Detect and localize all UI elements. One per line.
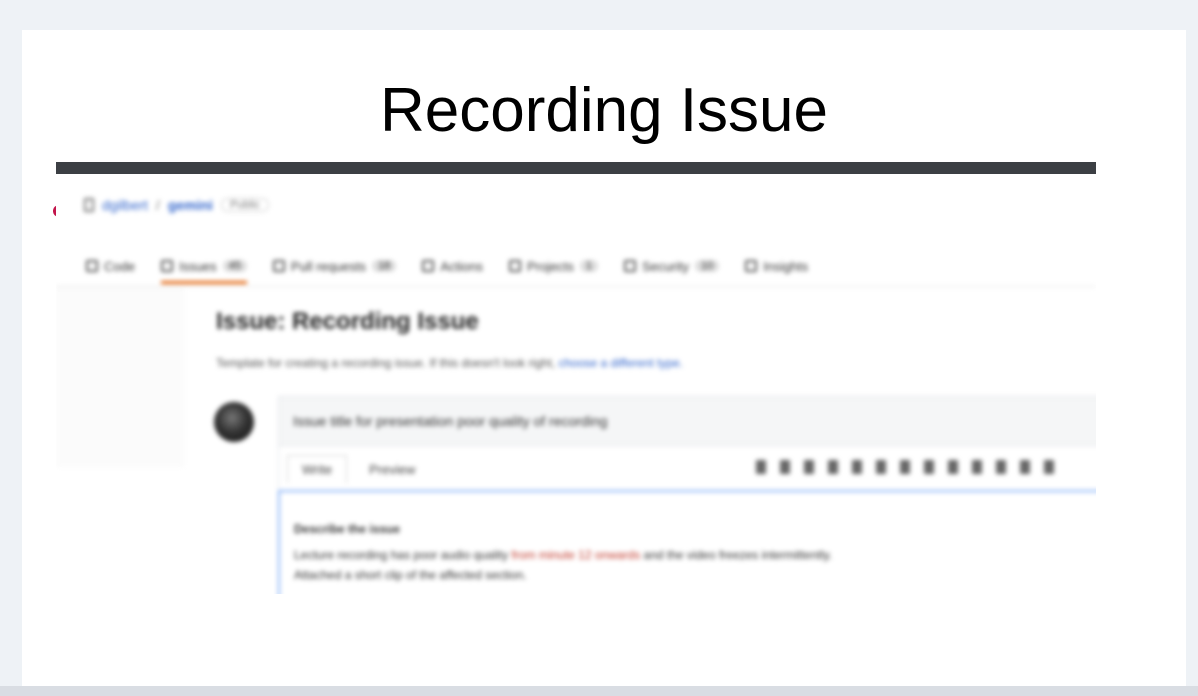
link-icon[interactable] xyxy=(876,460,886,474)
issue-form-description: Template for creating a recording issue.… xyxy=(216,356,683,370)
tab-label: Issues xyxy=(179,258,217,274)
quote-icon[interactable] xyxy=(828,460,838,474)
breadcrumb-repo[interactable]: gemini xyxy=(168,197,213,213)
tab-count: 10 xyxy=(695,260,720,272)
screenshot-content-blurred: dgilbert / gemini Public Code Issues 45 … xyxy=(56,174,1096,594)
left-gutter xyxy=(56,287,184,467)
breadcrumb-owner[interactable]: dgilbert xyxy=(102,197,148,213)
tab-count: 1 xyxy=(579,260,599,272)
screenshot-top-bar xyxy=(56,162,1096,174)
tab-pull-requests[interactable]: Pull requests 18 xyxy=(272,254,397,284)
tab-label: Actions xyxy=(440,258,483,274)
markdown-toolbar xyxy=(756,460,1054,474)
bulleted-list-icon[interactable] xyxy=(900,460,910,474)
tab-label: Pull requests xyxy=(290,258,367,274)
visibility-badge: Public xyxy=(220,198,269,212)
tab-label: Insights xyxy=(763,258,809,274)
body-line-1: Describe the issue xyxy=(294,522,401,536)
tab-count: 45 xyxy=(222,260,247,272)
tab-issues[interactable]: Issues 45 xyxy=(161,254,247,284)
body-line-2: Lecture recording has poor audio quality… xyxy=(294,548,832,562)
tab-code[interactable]: Code xyxy=(86,254,135,284)
mention-icon[interactable] xyxy=(972,460,982,474)
tab-label: Security xyxy=(642,258,690,274)
breadcrumb: dgilbert / gemini Public xyxy=(84,194,269,216)
shield-icon xyxy=(624,260,637,272)
tab-preview[interactable]: Preview xyxy=(355,456,429,483)
issue-icon xyxy=(161,260,174,272)
repo-tabs: Code Issues 45 Pull requests 18 Actions … xyxy=(86,254,808,284)
repo-icon xyxy=(84,198,94,212)
code-icon[interactable] xyxy=(852,460,862,474)
project-icon xyxy=(508,260,521,272)
task-list-icon[interactable] xyxy=(948,460,958,474)
issue-description-text: Template for creating a recording issue.… xyxy=(216,356,556,370)
graph-icon xyxy=(745,260,758,272)
body-line-2-c: and the video freezes intermittently. xyxy=(640,548,833,562)
body-line-3: Attached a short clip of the affected se… xyxy=(294,568,527,582)
more-icon[interactable] xyxy=(1044,460,1054,474)
tab-count: 18 xyxy=(372,260,397,272)
issue-title-input[interactable]: Issue title for presentation poor qualit… xyxy=(278,396,1096,446)
bold-icon[interactable] xyxy=(780,460,790,474)
numbered-list-icon[interactable] xyxy=(924,460,934,474)
reference-icon[interactable] xyxy=(996,460,1006,474)
embedded-screenshot: dgilbert / gemini Public Code Issues 45 … xyxy=(56,162,1096,594)
tab-label: Code xyxy=(104,258,136,274)
slide-title: Recording Issue xyxy=(379,76,829,145)
tab-insights[interactable]: Insights xyxy=(745,254,808,284)
issue-form-title: Issue: Recording Issue xyxy=(216,308,479,335)
tab-label: Projects xyxy=(526,258,574,274)
breadcrumb-separator: / xyxy=(155,197,160,213)
tab-security[interactable]: Security 10 xyxy=(624,254,720,284)
reply-icon[interactable] xyxy=(1020,460,1030,474)
play-icon xyxy=(422,260,435,272)
choose-type-link[interactable]: choose a different type. xyxy=(558,356,683,370)
slide-bottom-strip xyxy=(0,686,1198,696)
tab-write[interactable]: Write xyxy=(287,455,348,483)
avatar xyxy=(214,402,254,442)
code-icon xyxy=(86,260,98,272)
pull-request-icon xyxy=(272,260,285,272)
body-line-2-b: from minute 12 onwards xyxy=(511,548,641,562)
comment-body-textarea[interactable]: Describe the issue Lecture recording has… xyxy=(278,490,1096,594)
tabs-divider xyxy=(56,286,1096,287)
heading-icon[interactable] xyxy=(756,460,766,474)
tab-projects[interactable]: Projects 1 xyxy=(508,254,599,284)
tab-actions[interactable]: Actions xyxy=(422,254,483,284)
body-line-2-a: Lecture recording has poor audio quality xyxy=(294,548,512,562)
italic-icon[interactable] xyxy=(804,460,814,474)
